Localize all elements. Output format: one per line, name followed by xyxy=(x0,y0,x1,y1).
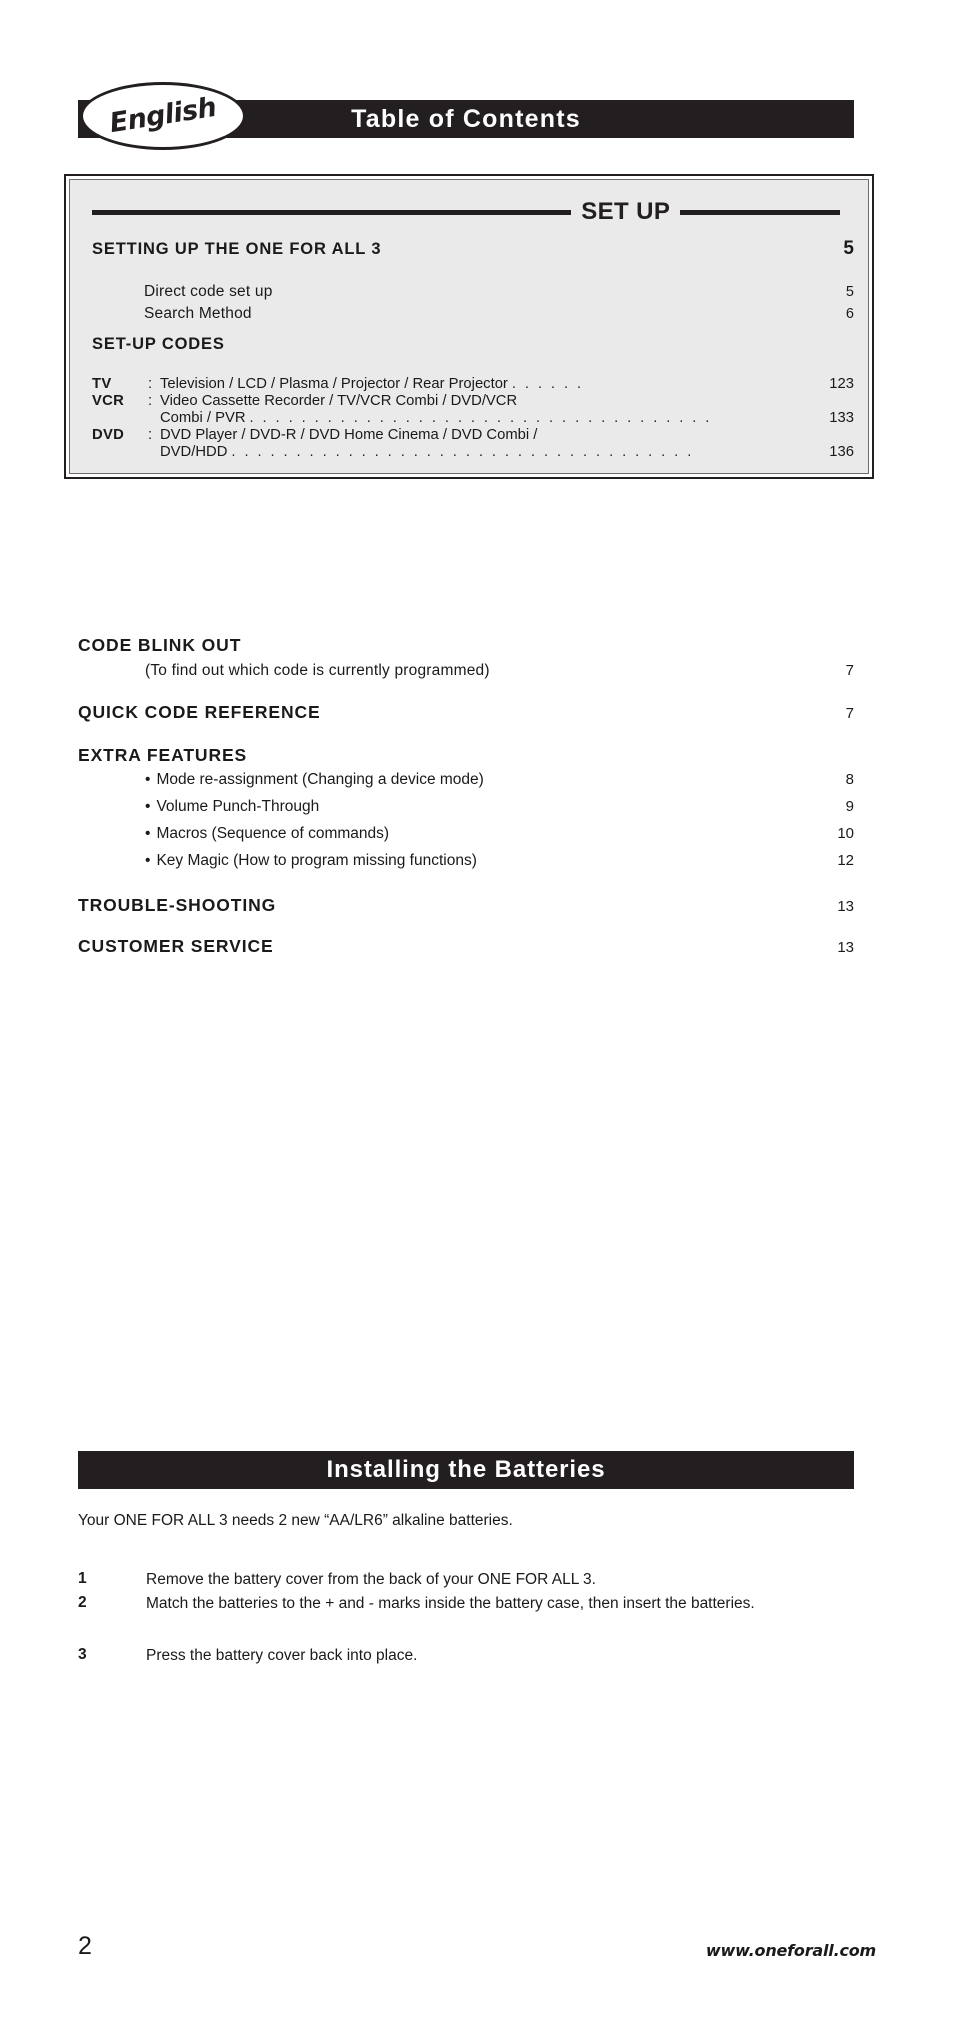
device-key: TV xyxy=(92,376,112,392)
device-key: DVD xyxy=(92,427,125,443)
battery-step-text: Remove the battery cover from the back o… xyxy=(146,1571,596,1588)
list-item-label: Volume Punch-Through xyxy=(156,798,320,815)
setup-codes-table: TV : Television / LCD / Plasma / Project… xyxy=(92,376,854,461)
toc-entry-extra-features[interactable]: EXTRA FEATURES xyxy=(78,745,247,766)
setup-section-title: SET UP xyxy=(581,198,671,225)
language-badge-label: English xyxy=(107,91,219,140)
list-item-page: 12 xyxy=(837,852,854,869)
setup-section-inner: SET UP SETTING UP THE ONE FOR ALL 3 5 Di… xyxy=(69,179,869,474)
toc-entry-page: 13 xyxy=(837,939,854,956)
battery-step-number: 1 xyxy=(78,1570,87,1587)
setup-codes-heading-label: SET-UP CODES xyxy=(92,335,225,353)
device-description-cont: DVD/HDD xyxy=(160,444,228,460)
battery-step: 2 Match the batteries to the + and - mar… xyxy=(78,1594,868,1615)
toc-subentry-search-method[interactable]: Search Method 6 xyxy=(144,305,854,323)
list-item-label: Mode re-assignment (Changing a device mo… xyxy=(156,771,484,788)
document-page: Table of Contents English THE KEYPAD 3 S… xyxy=(0,0,954,2035)
table-row[interactable]: TV : Television / LCD / Plasma / Project… xyxy=(92,376,854,392)
device-page: 123 xyxy=(829,376,854,392)
device-description: Television / LCD / Plasma / Projector / … xyxy=(160,376,508,392)
toc-entry-page: 7 xyxy=(845,705,854,722)
device-key: VCR xyxy=(92,393,125,409)
leader-dots: . . . . . . xyxy=(511,376,584,392)
language-badge: English xyxy=(80,82,246,150)
bullet-icon: • xyxy=(145,825,151,842)
page-number: 2 xyxy=(78,1932,92,1960)
toc-subentry-label: Search Method xyxy=(144,305,252,322)
toc-subentry-page: 5 xyxy=(845,284,854,300)
toc-subentry-label: (To find out which code is currently pro… xyxy=(145,662,490,679)
list-item[interactable]: • Macros (Sequence of commands) 10 xyxy=(145,825,854,843)
list-item[interactable]: • Mode re-assignment (Changing a device … xyxy=(145,771,854,789)
table-row-continuation: DVD/HDD . . . . . . . . . . . . . . . . … xyxy=(92,444,854,460)
rule-left xyxy=(92,209,572,215)
toc-entry-label: EXTRA FEATURES xyxy=(78,745,248,765)
footer-website-url: www.oneforall.com xyxy=(705,1941,876,1960)
battery-step-number: 3 xyxy=(78,1646,87,1663)
table-row[interactable]: DVD : DVD Player / DVD-R / DVD Home Cine… xyxy=(92,427,854,443)
toc-entry-label: CODE BLINK OUT xyxy=(78,635,242,655)
setup-section-title-rule: SET UP xyxy=(92,198,841,226)
toc-entry-page: 5 xyxy=(843,238,854,259)
device-colon: : xyxy=(148,427,153,443)
leader-dots: . . . . . . . . . . . . . . . . . . . . … xyxy=(249,410,712,426)
device-description: DVD Player / DVD-R / DVD Home Cinema / D… xyxy=(160,427,538,443)
table-row-continuation: Combi / PVR . . . . . . . . . . . . . . … xyxy=(92,410,854,426)
toc-subentry-label: Direct code set up xyxy=(144,283,273,300)
bullet-icon: • xyxy=(145,852,151,869)
toc-entry-label: CUSTOMER SERVICE xyxy=(78,936,274,956)
batteries-section-title: Installing the Batteries xyxy=(326,1456,606,1483)
list-item-label: Key Magic (How to program missing functi… xyxy=(156,852,477,869)
toc-entry-page: 13 xyxy=(837,898,854,915)
setup-section-box: SET UP SETTING UP THE ONE FOR ALL 3 5 Di… xyxy=(64,174,874,479)
list-item[interactable]: • Volume Punch-Through 9 xyxy=(145,798,854,816)
toc-entry-label: QUICK CODE REFERENCE xyxy=(78,702,321,722)
toc-entry-trouble-shooting[interactable]: TROUBLE-SHOOTING 13 xyxy=(78,895,854,916)
toc-entry-customer-service[interactable]: CUSTOMER SERVICE 13 xyxy=(78,936,854,957)
list-item[interactable]: • Key Magic (How to program missing func… xyxy=(145,852,854,870)
device-colon: : xyxy=(148,393,153,409)
battery-step: 1 Remove the battery cover from the back… xyxy=(78,1570,868,1591)
toc-entry-code-blink-out[interactable]: CODE BLINK OUT xyxy=(78,635,241,656)
battery-step-text: Press the battery cover back into place. xyxy=(146,1647,418,1664)
leader-dots: . . . . . . . . . . . . . . . . . . . . … xyxy=(231,444,694,460)
bullet-icon: • xyxy=(145,798,151,815)
toc-entry-setting-up[interactable]: SETTING UP THE ONE FOR ALL 3 5 xyxy=(92,238,854,260)
bullet-icon: • xyxy=(145,771,151,788)
toc-entry-label: SETTING UP THE ONE FOR ALL 3 xyxy=(92,240,382,258)
batteries-intro-text: Your ONE FOR ALL 3 needs 2 new “AA/LR6” … xyxy=(78,1512,513,1529)
toc-entry-quick-code-reference[interactable]: QUICK CODE REFERENCE 7 xyxy=(78,702,854,723)
toc-subentry-page: 6 xyxy=(845,306,854,322)
toc-subentry-direct-code-set-up[interactable]: Direct code set up 5 xyxy=(144,283,854,301)
list-item-label: Macros (Sequence of commands) xyxy=(156,825,390,842)
setup-codes-heading: SET-UP CODES xyxy=(92,335,225,354)
device-colon: : xyxy=(148,376,153,392)
device-page: 136 xyxy=(829,444,854,460)
battery-step: 3 Press the battery cover back into plac… xyxy=(78,1646,868,1667)
device-description-cont: Combi / PVR xyxy=(160,410,246,426)
rule-right xyxy=(680,209,841,215)
toc-subentry-code-blink-out-note: (To find out which code is currently pro… xyxy=(145,662,854,680)
table-row[interactable]: VCR : Video Cassette Recorder / TV/VCR C… xyxy=(92,393,854,409)
battery-step-text: Match the batteries to the + and - marks… xyxy=(146,1595,755,1612)
device-page: 133 xyxy=(829,410,854,426)
list-item-page: 9 xyxy=(845,798,854,815)
toc-subentry-page: 7 xyxy=(845,662,854,679)
battery-step-number: 2 xyxy=(78,1594,87,1611)
toc-entry-label: TROUBLE-SHOOTING xyxy=(78,895,277,915)
list-item-page: 10 xyxy=(837,825,854,842)
device-description: Video Cassette Recorder / TV/VCR Combi /… xyxy=(160,393,518,409)
list-item-page: 8 xyxy=(845,771,854,788)
